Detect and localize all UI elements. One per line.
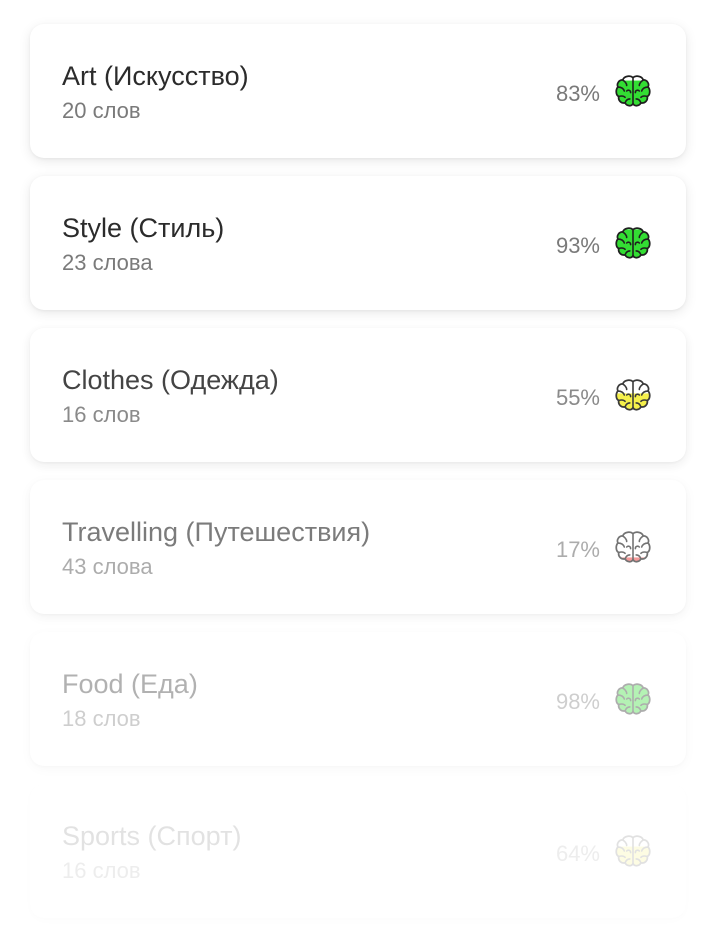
category-title: Sports (Спорт)	[62, 821, 242, 851]
category-card-travelling[interactable]: Travelling (Путешествия) 43 слова 17%	[30, 480, 686, 614]
brain-icon	[614, 376, 652, 414]
brain-icon	[614, 72, 652, 110]
word-count: 16 слов	[62, 858, 141, 883]
progress-percent: 93%	[555, 233, 600, 258]
brain-icon	[614, 680, 652, 718]
word-count: 18 слов	[62, 706, 141, 731]
category-card-art[interactable]: Art (Искусство) 20 слов 83%	[30, 24, 686, 158]
brain-icon	[614, 832, 652, 870]
category-title: Travelling (Путешествия)	[62, 517, 371, 547]
word-count: 20 слов	[62, 98, 141, 123]
progress-percent: 64%	[555, 841, 600, 866]
progress-percent: 83%	[555, 81, 600, 106]
category-card-style[interactable]: Style (Стиль) 23 слова 93%	[30, 176, 686, 310]
category-title: Art (Искусство)	[62, 61, 249, 91]
word-count: 23 слова	[62, 250, 153, 275]
progress-percent: 55%	[555, 385, 600, 410]
brain-icon	[614, 528, 652, 566]
progress-percent: 17%	[555, 537, 600, 562]
category-title: Style (Стиль)	[62, 213, 225, 243]
category-list: Art (Искусство) 20 слов 83% Style (Стиль…	[30, 24, 686, 936]
category-title: Food (Еда)	[62, 669, 198, 699]
category-card-food[interactable]: Food (Еда) 18 слов 98%	[30, 632, 686, 766]
word-count: 16 слов	[62, 402, 141, 427]
word-count: 43 слова	[62, 554, 153, 579]
category-card-sports[interactable]: Sports (Спорт) 16 слов 64%	[30, 784, 686, 918]
brain-icon	[614, 224, 652, 262]
category-card-clothes[interactable]: Clothes (Одежда) 16 слов 55%	[30, 328, 686, 462]
category-title: Clothes (Одежда)	[62, 365, 279, 395]
progress-percent: 98%	[555, 689, 600, 714]
